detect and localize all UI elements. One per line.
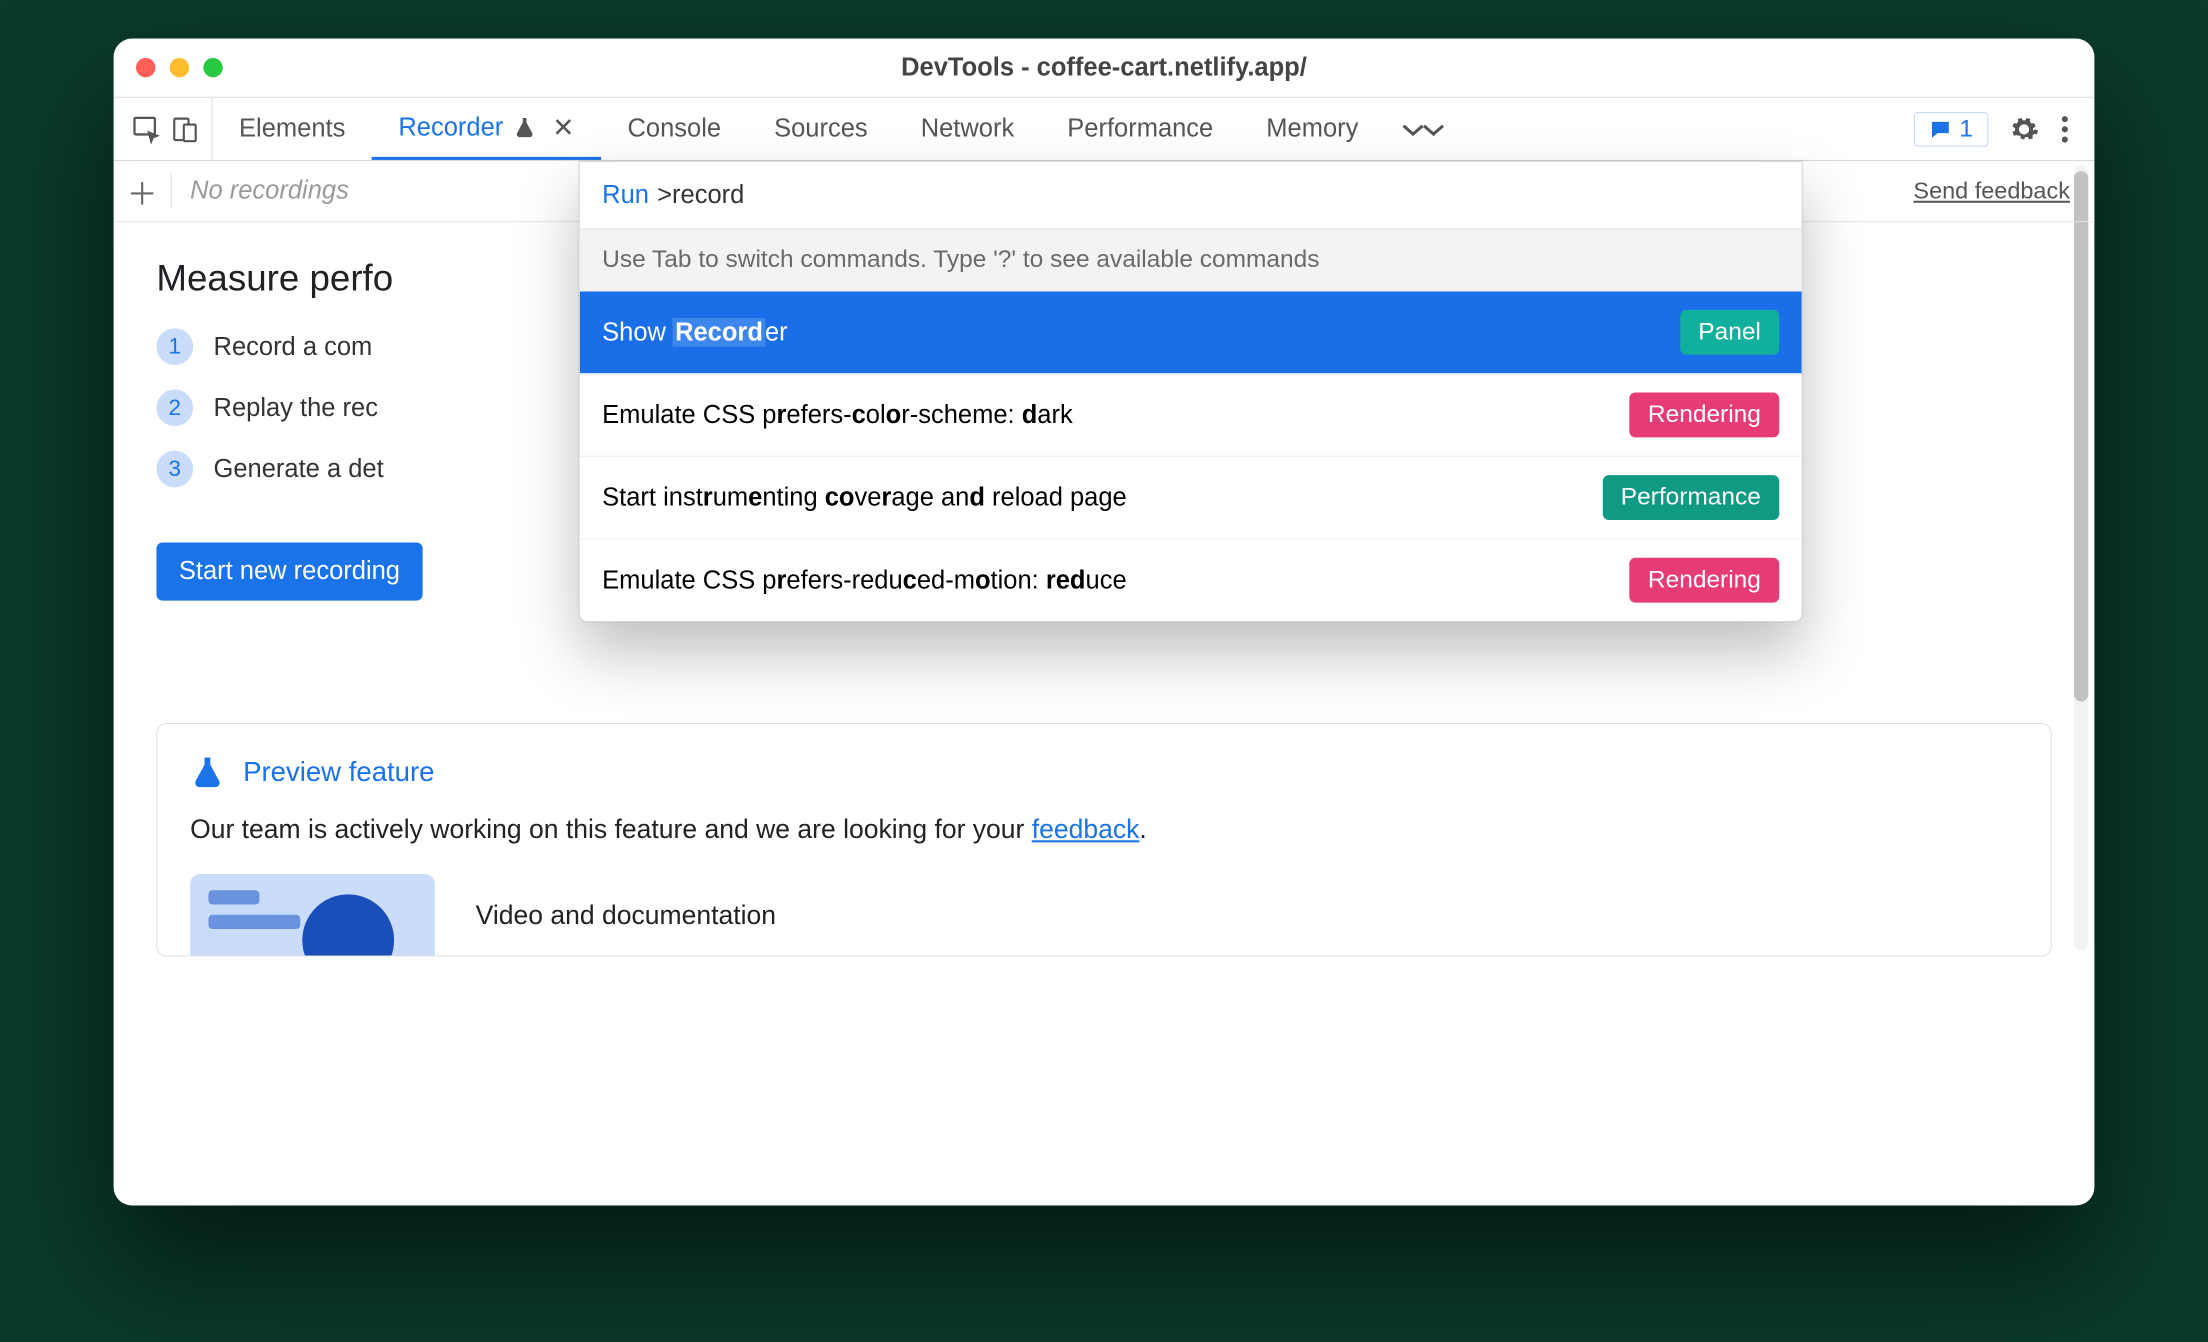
window-title: DevTools - coffee-cart.netlify.app/ bbox=[114, 53, 2095, 83]
command-item[interactable]: Emulate CSS prefers-color-scheme: dark Re… bbox=[580, 374, 1802, 457]
tab-memory-label: Memory bbox=[1266, 114, 1358, 144]
devtools-tabs-bar: Elements Recorder ✕ Console Sources Netw… bbox=[114, 98, 2095, 161]
device-toggle-icon[interactable] bbox=[171, 114, 200, 145]
step-1-label: Record a com bbox=[214, 332, 373, 362]
tab-network-label: Network bbox=[921, 114, 1015, 144]
command-input-row[interactable]: Run >record bbox=[580, 162, 1802, 228]
command-item-badge: Rendering bbox=[1630, 393, 1780, 438]
tab-recorder[interactable]: Recorder ✕ bbox=[372, 98, 601, 160]
tab-elements-label: Elements bbox=[239, 114, 345, 144]
chat-icon bbox=[1929, 118, 1951, 140]
tab-console[interactable]: Console bbox=[601, 98, 748, 160]
select-element-icon[interactable] bbox=[132, 114, 163, 145]
command-item-label: Emulate CSS prefers-color-scheme: dark bbox=[602, 400, 1073, 430]
messages-count: 1 bbox=[1959, 115, 1973, 144]
flask-icon bbox=[513, 115, 535, 139]
command-item-badge: Performance bbox=[1602, 475, 1779, 520]
close-tab-icon[interactable]: ✕ bbox=[552, 111, 574, 143]
command-query: >record bbox=[657, 180, 744, 210]
command-item[interactable]: Show Recorder Panel bbox=[580, 292, 1802, 375]
command-item-label: Emulate CSS prefers-reduced-motion: redu… bbox=[602, 565, 1126, 595]
command-item-badge: Rendering bbox=[1630, 558, 1780, 603]
devtools-window: DevTools - coffee-cart.netlify.app/ Elem… bbox=[114, 39, 2095, 1206]
tab-performance-label: Performance bbox=[1067, 114, 1213, 144]
step-number: 3 bbox=[156, 451, 193, 488]
flask-icon bbox=[190, 753, 225, 792]
more-icon[interactable] bbox=[2060, 114, 2070, 145]
tab-memory[interactable]: Memory bbox=[1240, 98, 1385, 160]
vertical-scrollbar[interactable] bbox=[2074, 165, 2088, 950]
step-2-label: Replay the rec bbox=[214, 393, 378, 423]
new-recording-icon[interactable]: ＋ bbox=[114, 169, 171, 214]
preview-body-pre: Our team is actively working on this fea… bbox=[190, 814, 1032, 845]
divider bbox=[171, 173, 172, 209]
tab-performance[interactable]: Performance bbox=[1041, 98, 1240, 160]
messages-badge[interactable]: 1 bbox=[1914, 111, 1989, 146]
command-prefix-run: Run bbox=[602, 180, 649, 210]
command-hint: Use Tab to switch commands. Type '?' to … bbox=[580, 228, 1802, 291]
tab-sources-label: Sources bbox=[774, 114, 868, 144]
scrollbar-thumb[interactable] bbox=[2074, 171, 2088, 701]
media-title: Video and documentation bbox=[476, 899, 776, 931]
preview-feature-title: Preview feature bbox=[243, 756, 434, 788]
video-thumbnail[interactable] bbox=[190, 874, 435, 956]
preview-feature-body: Our team is actively working on this fea… bbox=[190, 814, 2018, 846]
command-item[interactable]: Emulate CSS prefers-reduced-motion: redu… bbox=[580, 539, 1802, 621]
command-item-badge: Panel bbox=[1680, 310, 1779, 355]
step-number: 1 bbox=[156, 328, 193, 365]
command-item-label: Start instrumenting coverage and reload … bbox=[602, 483, 1127, 513]
command-menu: Run >record Use Tab to switch commands. … bbox=[579, 161, 1803, 622]
tab-network[interactable]: Network bbox=[894, 98, 1041, 160]
window-titlebar: DevTools - coffee-cart.netlify.app/ bbox=[114, 39, 2095, 98]
command-item[interactable]: Start instrumenting coverage and reload … bbox=[580, 457, 1802, 540]
tab-recorder-label: Recorder bbox=[398, 113, 503, 143]
tab-console-label: Console bbox=[628, 114, 722, 144]
tabs-overflow-button[interactable] bbox=[1385, 98, 1463, 160]
send-feedback-link[interactable]: Send feedback bbox=[1913, 177, 2070, 205]
command-item-label: Show Recorder bbox=[602, 318, 787, 348]
start-new-recording-button[interactable]: Start new recording bbox=[156, 542, 422, 600]
tab-sources[interactable]: Sources bbox=[748, 98, 895, 160]
preview-body-post: . bbox=[1139, 814, 1146, 845]
preview-feature-card: Preview feature Our team is actively wor… bbox=[156, 723, 2051, 957]
preview-media: Video and documentation bbox=[190, 874, 2018, 956]
no-recordings-label: No recordings bbox=[190, 176, 349, 206]
tab-elements[interactable]: Elements bbox=[213, 98, 372, 160]
step-number: 2 bbox=[156, 389, 193, 426]
settings-icon[interactable] bbox=[2009, 114, 2040, 145]
step-3-label: Generate a det bbox=[214, 454, 384, 484]
feedback-link[interactable]: feedback bbox=[1032, 814, 1140, 845]
